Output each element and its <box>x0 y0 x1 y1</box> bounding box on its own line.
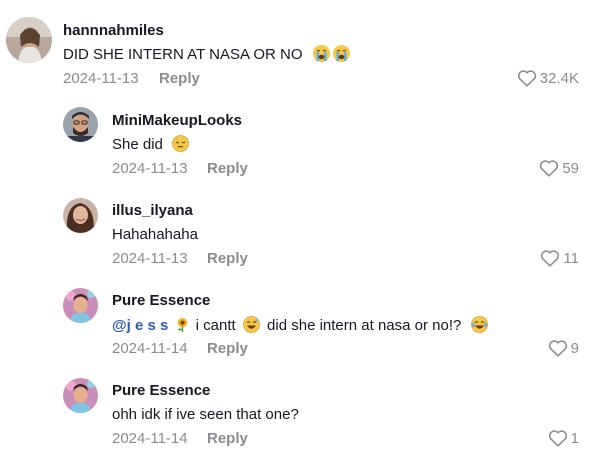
comment-username[interactable]: MiniMakeupLooks <box>112 112 242 129</box>
loudly-crying-face-icon <box>312 45 330 62</box>
heart-icon <box>517 70 536 87</box>
like-button[interactable]: 9 <box>548 339 579 357</box>
like-button[interactable]: 1 <box>548 429 579 447</box>
comment-username[interactable]: hannnahmiles <box>63 22 164 39</box>
avatar[interactable] <box>63 288 98 323</box>
comment-text: ohh idk if ive seen that one? <box>112 406 299 423</box>
like-count: 11 <box>563 249 579 267</box>
like-count: 59 <box>562 159 579 177</box>
like-count: 1 <box>570 429 579 447</box>
avatar[interactable] <box>63 198 98 233</box>
like-count: 32.4K <box>539 69 579 87</box>
avatar-photo <box>63 378 98 413</box>
heart-icon <box>548 430 567 447</box>
mention-link[interactable]: @j e s s <box>112 317 168 334</box>
comment-date: 2024-11-14 <box>112 340 188 357</box>
heart-icon <box>541 250 560 267</box>
comment-body: She did <box>112 136 163 153</box>
comment-text: @j e s s i cantt did she intern at nasa … <box>112 316 488 334</box>
loudly-crying-face-icon <box>332 45 350 62</box>
avatar-photo <box>63 107 98 142</box>
avatar[interactable] <box>63 107 98 142</box>
comment-username[interactable]: illus_ilyana <box>112 202 193 219</box>
reply-button[interactable]: Reply <box>159 70 200 87</box>
avatar[interactable] <box>6 17 52 63</box>
comment-text: She did <box>112 135 189 153</box>
avatar-photo <box>63 198 98 233</box>
comment-date: 2024-11-13 <box>112 160 188 177</box>
comment-body: DID SHE INTERN AT NASA OR NO <box>63 46 303 63</box>
like-count: 9 <box>570 339 579 357</box>
grinning-sweat-face-icon <box>242 316 260 333</box>
like-button[interactable]: 59 <box>539 159 579 177</box>
comment-date: 2024-11-13 <box>112 250 188 267</box>
heart-icon <box>548 340 567 357</box>
avatar-photo <box>63 288 98 323</box>
like-button[interactable]: 11 <box>540 249 579 267</box>
comment-text: Hahahahaha <box>112 226 198 243</box>
comment-thread: hannnahmiles DID SHE INTERN AT NASA OR N… <box>0 0 591 467</box>
comment-username[interactable]: Pure Essence <box>112 292 210 309</box>
comment-date: 2024-11-13 <box>63 70 139 87</box>
pensive-face-icon <box>172 135 189 152</box>
avatar-photo <box>6 17 52 63</box>
comment-date: 2024-11-14 <box>112 430 188 447</box>
comment-body: i cantt <box>195 317 236 334</box>
avatar[interactable] <box>63 378 98 413</box>
comment-body: did she intern at nasa or no!? <box>267 317 462 334</box>
like-button[interactable]: 32.4K <box>517 69 579 87</box>
reply-button[interactable]: Reply <box>207 430 248 447</box>
reply-button[interactable]: Reply <box>207 250 248 267</box>
tears-of-joy-face-icon <box>470 316 488 333</box>
comment-username[interactable]: Pure Essence <box>112 382 210 399</box>
reply-button[interactable]: Reply <box>207 160 248 177</box>
sunflower-icon <box>177 317 187 332</box>
reply-button[interactable]: Reply <box>207 340 248 357</box>
comment-text: DID SHE INTERN AT NASA OR NO <box>63 45 350 63</box>
heart-icon <box>540 160 559 177</box>
